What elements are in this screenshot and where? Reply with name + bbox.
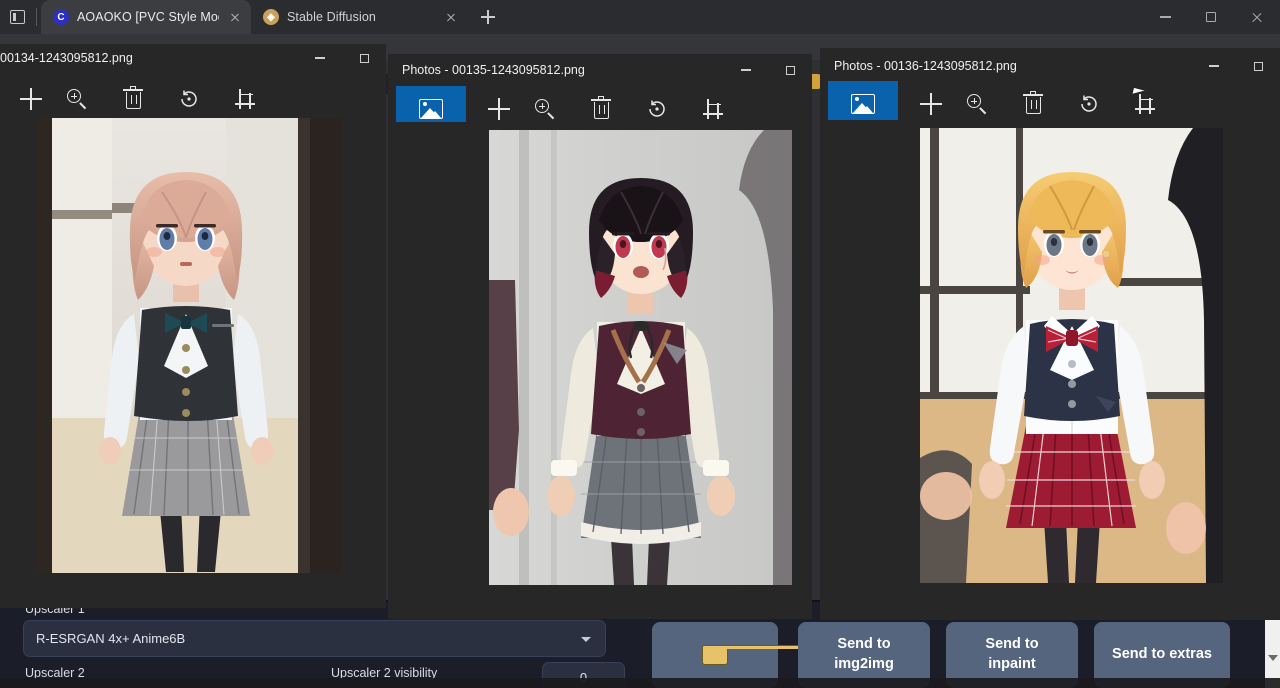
close-icon[interactable] xyxy=(443,9,459,25)
browser-tab-0[interactable]: C AOAOKO [PVC Style Model] - PV xyxy=(41,0,251,34)
photos-window-2-canvas[interactable] xyxy=(388,122,812,619)
browser-minimize-button[interactable] xyxy=(1142,0,1188,34)
browser-close-button[interactable] xyxy=(1234,0,1280,34)
photos-window-1-controls xyxy=(298,44,386,72)
scroll-down-arrow-icon[interactable] xyxy=(1268,655,1278,661)
photos-window-3-canvas[interactable] xyxy=(820,120,1280,620)
browser-tab-0-title: AOAOKO [PVC Style Model] - PV xyxy=(77,10,219,24)
photos-window-3-controls xyxy=(1192,52,1280,80)
browser-tab-1-title: Stable Diffusion xyxy=(287,10,435,24)
browser-maximize-button[interactable] xyxy=(1188,0,1234,34)
windows-taskbar xyxy=(0,678,1280,688)
browser-window-controls xyxy=(1142,0,1280,34)
photos-window-1-canvas[interactable] xyxy=(0,110,386,608)
photos-window-2-title: Photos - 00135-1243095812.png xyxy=(388,63,585,77)
photos-window-2-minimize[interactable] xyxy=(724,56,768,84)
photo-image-2[interactable] xyxy=(489,130,792,585)
photos-window-1-title: 00134-1243095812.png xyxy=(0,51,133,65)
tab-search-button[interactable] xyxy=(0,0,34,34)
folder-icon xyxy=(702,645,728,665)
upscaler1-select[interactable]: R-ESRGAN 4x+ Anime6B xyxy=(23,620,606,657)
photos-window-3-titlebar[interactable]: Photos - 00136-1243095812.png xyxy=(820,52,1280,80)
chevron-down-icon xyxy=(581,637,591,642)
photos-window-1[interactable]: 00134-1243095812.png xyxy=(0,44,386,608)
photo-image-1[interactable] xyxy=(36,118,341,573)
photos-window-3-minimize[interactable] xyxy=(1192,52,1236,80)
photos-window-2-maximize[interactable] xyxy=(768,56,812,84)
photos-window-3[interactable]: Photos - 00136-1243095812.png xyxy=(820,48,1280,620)
photo-image-3[interactable] xyxy=(920,128,1223,583)
photos-window-3-title: Photos - 00136-1243095812.png xyxy=(820,59,1017,73)
send-to-img2img-label: Send to img2img xyxy=(834,635,894,674)
photos-window-1-maximize[interactable] xyxy=(342,44,386,72)
photos-window-1-titlebar[interactable]: 00134-1243095812.png xyxy=(0,44,386,72)
photos-window-2-controls xyxy=(724,56,812,84)
browser-tab-bar: C AOAOKO [PVC Style Model] - PV ◈ Stable… xyxy=(0,0,1280,34)
tab-divider xyxy=(36,8,37,26)
browser-tab-1[interactable]: ◈ Stable Diffusion xyxy=(251,0,467,34)
tab-list-icon xyxy=(10,10,25,24)
photos-window-2-titlebar[interactable]: Photos - 00135-1243095812.png xyxy=(388,56,812,84)
send-to-extras-label: Send to extras xyxy=(1112,645,1212,665)
close-icon[interactable] xyxy=(227,9,243,25)
upscaler1-value: R-ESRGAN 4x+ Anime6B xyxy=(36,631,185,646)
civitai-icon: C xyxy=(53,9,69,25)
send-to-inpaint-label: Send to inpaint xyxy=(985,635,1038,674)
screen: Upscaler 1 R-ESRGAN 4x+ Anime6B Upscaler… xyxy=(0,0,1280,688)
stable-diffusion-icon: ◈ xyxy=(263,9,279,25)
photos-window-2[interactable]: Photos - 00135-1243095812.png xyxy=(388,54,812,619)
new-tab-button[interactable] xyxy=(473,2,503,32)
photos-window-3-maximize[interactable] xyxy=(1236,52,1280,80)
photos-window-1-minimize[interactable] xyxy=(298,44,342,72)
